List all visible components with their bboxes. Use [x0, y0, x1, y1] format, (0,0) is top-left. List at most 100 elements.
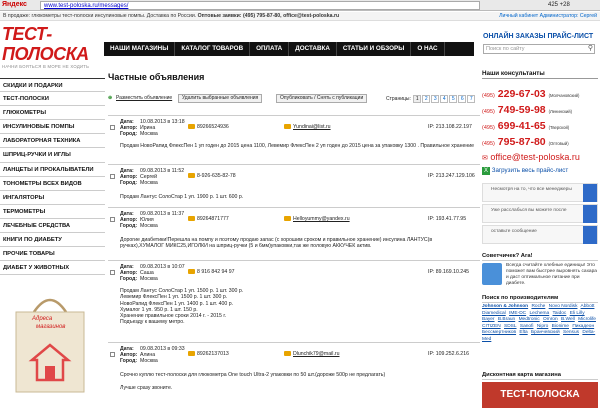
- brand-link[interactable]: Eli Lilly: [570, 311, 585, 316]
- brand-link[interactable]: SDSL: [504, 324, 517, 329]
- brand-link[interactable]: Microlife: [578, 317, 596, 322]
- ad-email[interactable]: Yundinai@list.ru: [293, 124, 331, 130]
- brand-link[interactable]: Diamedical: [482, 311, 506, 316]
- ad-ip: IP: 213.108.22.197: [428, 124, 472, 130]
- page-link[interactable]: 5: [449, 95, 458, 103]
- site-top-bar: В продаже: глюкометры тест-полоски инсул…: [0, 12, 600, 21]
- ads-toolbar: ⊕ Разместить объявление Удалить выбранны…: [108, 94, 478, 104]
- pagination: Страницы: 1234567: [386, 95, 476, 103]
- sidebar-item[interactable]: ИНСУЛИНОВЫЕ ПОМПЫ: [0, 120, 105, 135]
- brand-list: Johnson & Johnson Roche Novo Nordisk Abb…: [482, 304, 598, 343]
- search-input[interactable]: Поиск по сайту ⚲: [483, 44, 595, 54]
- ad-checkbox[interactable]: [110, 174, 115, 179]
- brand-link[interactable]: Bionime: [552, 324, 569, 329]
- brand-link[interactable]: Nipro: [537, 324, 548, 329]
- brand-link[interactable]: Novo Nordisk: [549, 304, 578, 309]
- sidebar-item[interactable]: ЛАБОРАТОРНАЯ ТЕХНИКА: [0, 134, 105, 149]
- sidebar-item[interactable]: ДИАБЕТ У ЖИВОТНЫХ: [0, 261, 105, 276]
- ad-email[interactable]: Helloyummy@yandex.ru: [293, 216, 350, 222]
- ad-text: Срочно куплю тест-полоски для глюкометра…: [120, 372, 386, 391]
- consultant-card[interactable]: оставьте сообщение: [482, 225, 598, 244]
- brand-link[interactable]: Medtronic: [519, 317, 540, 322]
- top-links[interactable]: ОНЛАЙН ЗАКАЗЫ ПРАЙС-ЛИСТ: [483, 33, 593, 40]
- publish-toggle-button[interactable]: Опубликовать / Снять с публикации: [276, 94, 368, 103]
- consultant-card[interactable]: Несмотря на то, что все менеджеры: [482, 183, 598, 202]
- ad-ip: IP: 193.41.77.95: [428, 216, 467, 222]
- page-link[interactable]: 7: [467, 95, 476, 103]
- ad-email[interactable]: Dlunchik79@mail.ru: [293, 351, 340, 357]
- brand-link[interactable]: CITIZEN: [482, 324, 501, 329]
- brand-link[interactable]: Пикадеон: [572, 324, 594, 329]
- page-title: Частные объявления: [108, 72, 205, 82]
- nav-item[interactable]: СТАТЬИ И ОБЗОРЫ: [337, 42, 412, 56]
- brand-link[interactable]: Bayer: [482, 317, 495, 322]
- add-icon[interactable]: ⊕: [108, 95, 112, 101]
- sidebar-item[interactable]: ШПРИЦ-РУЧКИ И ИГЛЫ: [0, 148, 105, 163]
- sidebar-item[interactable]: ТЕСТ-ПОЛОСКИ: [0, 92, 105, 107]
- account-link[interactable]: Личный кабинет Администратор: Сергей: [499, 13, 597, 19]
- brand-link[interactable]: Бессмертников: [482, 330, 516, 335]
- brand-link[interactable]: B.Braun: [498, 317, 515, 322]
- envelope-icon: [284, 216, 291, 221]
- brand-link[interactable]: Omron: [543, 317, 558, 322]
- yandex-logo[interactable]: Яндекс: [2, 1, 27, 8]
- brand-link[interactable]: Sanofi: [520, 324, 534, 329]
- calculator-icon: [482, 263, 502, 285]
- office-email[interactable]: ✉ office@test-poloska.ru: [482, 152, 580, 162]
- ad-checkbox[interactable]: [110, 352, 115, 357]
- nav-item[interactable]: НАШИ МАГАЗИНЫ: [104, 42, 176, 56]
- brand-link[interactable]: Sensus: [563, 330, 579, 335]
- discount-card[interactable]: ТЕСТ-ПОЛОСКА: [482, 382, 598, 408]
- nav-item[interactable]: КАТАЛОГ ТОВАРОВ: [175, 42, 251, 56]
- brand-link[interactable]: Lechema: [529, 311, 549, 316]
- download-price-link[interactable]: X Загрузить весь прайс-лист: [482, 167, 568, 175]
- delete-selected-button[interactable]: Удалить выбранные объявления: [178, 94, 263, 103]
- search-icon[interactable]: ⚲: [588, 45, 593, 53]
- ad-checkbox[interactable]: [110, 125, 115, 130]
- nav-item[interactable]: О НАС: [411, 42, 445, 56]
- brand-link[interactable]: B.Well: [561, 317, 575, 322]
- brand-link[interactable]: Abbott: [581, 304, 595, 309]
- address-bar[interactable]: www.test-poloska.ru/messages/: [40, 1, 480, 10]
- phone-icon: [188, 173, 195, 178]
- brand-link[interactable]: Johnson & Johnson: [482, 304, 528, 309]
- brand-link[interactable]: IME-DC: [509, 311, 526, 316]
- bag-line-1: Адреса: [32, 316, 53, 322]
- ad-phone: 89266524936: [197, 124, 229, 130]
- site-logo[interactable]: ТЕСТ-ПОЛОСКА НАЧНИ БОЯТЬСЯ В МОРЕ НЕ ХОД…: [2, 24, 102, 69]
- page-link[interactable]: 6: [458, 95, 467, 103]
- ad-checkbox[interactable]: [110, 217, 115, 222]
- sidebar-item[interactable]: ЛЕЧЕБНЫЕ СРЕДСТВА: [0, 219, 105, 234]
- brand-link[interactable]: Taidoc: [552, 311, 566, 316]
- add-ad-link[interactable]: Разместить объявление: [116, 95, 172, 101]
- sidebar-item[interactable]: СКИДКИ И ПОДАРКИ: [0, 78, 105, 93]
- sidebar-item[interactable]: КНИГИ ПО ДИАБЕТУ: [0, 233, 105, 248]
- page-link[interactable]: 4: [440, 95, 449, 103]
- ad-phone: 8-926-635-82-78: [197, 173, 236, 179]
- sidebar-item[interactable]: ИНГАЛЯТОРЫ: [0, 191, 105, 205]
- ad-text: Продам Лантус СолоСтар 1 уп. 1900 р. 1 ш…: [120, 194, 244, 200]
- ad-phone: 89264871777: [197, 216, 229, 222]
- brand-link[interactable]: Elta: [519, 330, 527, 335]
- page-link[interactable]: 2: [422, 95, 431, 103]
- sidebar-item[interactable]: ТЕРМОМЕТРЫ: [0, 205, 105, 219]
- sidebar-item[interactable]: ГЛЮКОМЕТРЫ: [0, 106, 105, 121]
- store-addresses-bag[interactable]: Адреса магазинов: [6, 290, 94, 395]
- brands-title: Поиск по производителям: [482, 295, 598, 303]
- consultant-card[interactable]: Уже расслабься вы можете после: [482, 204, 598, 223]
- brand-link[interactable]: Roche: [531, 304, 545, 309]
- tip-text: Всегда считайте хлебные единицы! Это пом…: [506, 263, 597, 286]
- phone-icon: [188, 351, 195, 356]
- consultants-title: Наши консультанты: [482, 70, 598, 79]
- promo-text: В продаже: глюкометры тест-полоски инсул…: [3, 13, 197, 19]
- brand-link[interactable]: Бранчевский: [531, 330, 560, 335]
- nav-item[interactable]: ОПЛАТА: [250, 42, 290, 56]
- page-link[interactable]: 1: [413, 95, 422, 103]
- page-link[interactable]: 3: [431, 95, 440, 103]
- sidebar-item[interactable]: ЛАНЦЕТЫ И ПРОКАЛЫВАТЕЛИ: [0, 163, 105, 177]
- ad-checkbox[interactable]: [110, 270, 115, 275]
- sidebar-item[interactable]: ПРОЧИЕ ТОВАРЫ: [0, 247, 105, 262]
- ad-item: Дата: 09.08.2013 в 09:33 Автор: Алина Горо…: [108, 342, 480, 408]
- nav-item[interactable]: ДОСТАВКА: [289, 42, 337, 56]
- sidebar-item[interactable]: ТОНОМЕТРЫ ВСЕХ ВИДОВ: [0, 177, 105, 191]
